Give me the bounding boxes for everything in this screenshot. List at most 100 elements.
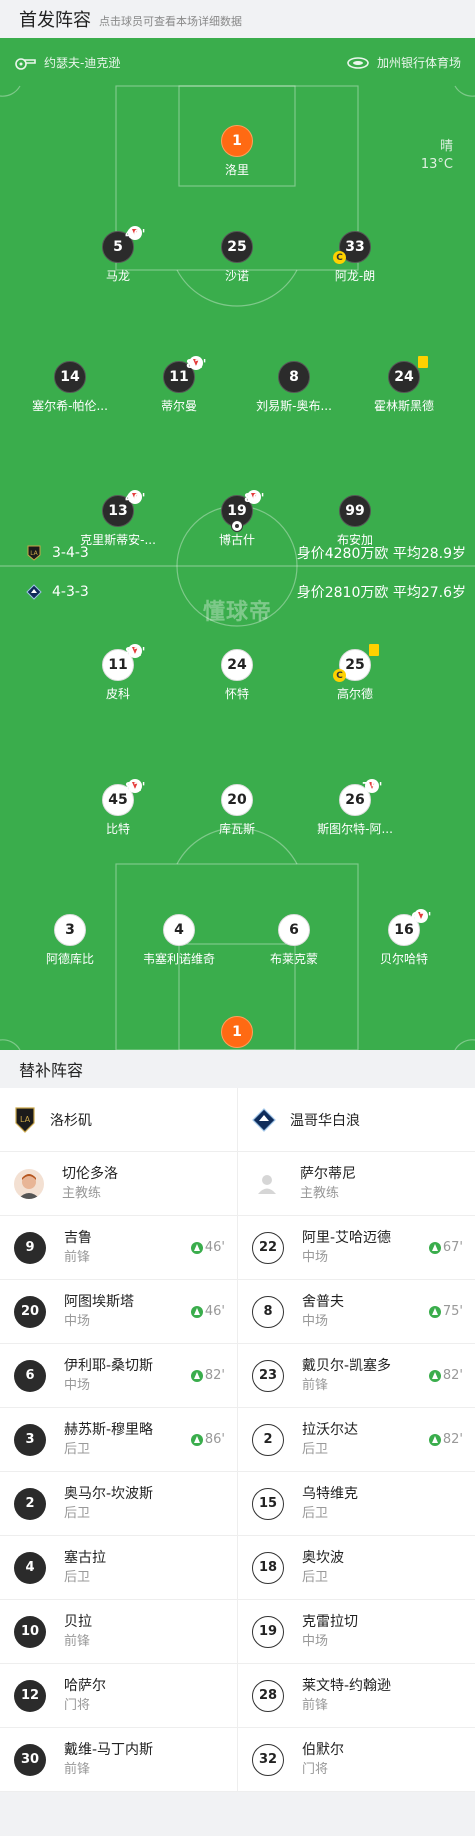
home-team-cell[interactable]: LA 洛杉矶 xyxy=(0,1088,237,1151)
home-sub-player[interactable]: 4 塞古拉 后卫 xyxy=(0,1536,237,1599)
sub-name: 哈萨尔 xyxy=(64,1677,106,1694)
home-sub-player[interactable]: 10 贝拉 前锋 xyxy=(0,1600,237,1663)
away-sub-player[interactable]: 19 克雷拉切 中场 xyxy=(237,1600,475,1663)
away-sub-player[interactable]: 28 莱文特-约翰逊 前锋 xyxy=(237,1664,475,1727)
sub-name: 塞古拉 xyxy=(64,1549,106,1566)
player-number-disc: 11 82' xyxy=(102,644,145,681)
sub-row: 20 阿图埃斯塔 中场 46' 8 舍普夫 中场 75' xyxy=(0,1280,475,1344)
sub-name: 戴贝尔-凯塞多 xyxy=(302,1357,392,1374)
home-sub-player[interactable]: 20 阿图埃斯塔 中场 46' xyxy=(0,1280,237,1343)
player-number-disc: 4 xyxy=(163,914,195,946)
player-number: 8 xyxy=(289,369,299,385)
away-player-8[interactable]: 4 韦塞利诺维奇 xyxy=(119,914,239,967)
home-player-9[interactable]: 13 46' 克里斯蒂安-... xyxy=(58,490,178,548)
sub-in-icon xyxy=(190,1241,203,1254)
home-player-6[interactable]: 11 82' 蒂尔曼 xyxy=(119,356,239,414)
player-name: 贝尔哈特 xyxy=(379,952,428,966)
away-player-6[interactable]: 26 75' 斯图尔特-阿... xyxy=(295,779,415,837)
player-number-disc: 25 xyxy=(221,231,253,263)
sub-position: 前锋 xyxy=(64,1249,91,1265)
away-player-5[interactable]: 20 库瓦斯 xyxy=(177,784,297,837)
away-player-2[interactable]: 24 怀特 xyxy=(177,649,297,702)
sub-number: 23 xyxy=(252,1359,284,1392)
player-number: 25 xyxy=(345,657,365,673)
home-sub-player[interactable]: 3 赫苏斯-穆里略 后卫 86' xyxy=(0,1408,237,1471)
person-placeholder-icon xyxy=(258,1174,276,1194)
away-sub-player[interactable]: 2 拉沃尔达 后卫 82' xyxy=(237,1408,475,1471)
away-coach-role: 主教练 xyxy=(300,1185,340,1201)
sub-in-minute: 82' xyxy=(442,1368,463,1383)
player-number: 20 xyxy=(227,792,247,808)
away-sub-player[interactable]: 32 伯默尔 门将 xyxy=(237,1728,475,1791)
player-name: 布安加 xyxy=(336,533,373,547)
home-player-7[interactable]: 8 刘易斯-奥布... xyxy=(234,361,354,414)
home-sub-player[interactable]: 9 吉鲁 前锋 46' xyxy=(0,1216,237,1279)
player-number: 4 xyxy=(174,922,184,938)
away-sub-player[interactable]: 22 阿里-艾哈迈德 中场 67' xyxy=(237,1216,475,1279)
home-player-10[interactable]: 19 86' 博古什 xyxy=(177,490,297,548)
home-coach-cell[interactable]: 切伦多洛 主教练 xyxy=(0,1152,237,1215)
home-player-5[interactable]: 14 塞尔希-帕伦... xyxy=(10,361,130,414)
player-name: 皮科 xyxy=(105,687,130,701)
sub-name: 乌特维克 xyxy=(302,1485,358,1502)
home-player-4[interactable]: 33 C 阿龙-朗 xyxy=(295,231,415,284)
sub-in-time: 67' xyxy=(428,1240,463,1255)
whitecaps-crest-icon xyxy=(252,1107,276,1132)
sub-row: 2 奥马尔-坎波斯 后卫 15 乌特维克 后卫 xyxy=(0,1472,475,1536)
player-number-disc: 25 C xyxy=(333,644,379,682)
sub-number: 15 xyxy=(252,1487,284,1520)
away-sub-player[interactable]: 8 舍普夫 中场 75' xyxy=(237,1280,475,1343)
home-sub-player[interactable]: 2 奥马尔-坎波斯 后卫 xyxy=(0,1472,237,1535)
sub-in-icon xyxy=(428,1369,441,1382)
captain-icon: C xyxy=(333,251,346,264)
away-team-cell[interactable]: 温哥华白浪 xyxy=(237,1088,475,1151)
match-info: 约瑟夫-迪克逊 加州银行体育场 xyxy=(0,48,475,72)
player-number-disc: 99 xyxy=(339,495,371,527)
home-player-3[interactable]: 25 沙诺 xyxy=(177,231,297,284)
player-name: 塞尔希-帕伦... xyxy=(32,399,108,413)
away-player-10[interactable]: 16 67' 贝尔哈特 xyxy=(344,909,464,967)
away-coach-cell[interactable]: 萨尔蒂尼 主教练 xyxy=(237,1152,475,1215)
player-number-disc: 13 46' xyxy=(102,490,145,527)
away-player-11[interactable]: 1高丘阳平 xyxy=(177,1016,297,1050)
away-sub-player[interactable]: 23 戴贝尔-凯塞多 前锋 82' xyxy=(237,1344,475,1407)
home-player-11[interactable]: 99 布安加 xyxy=(295,495,415,548)
sub-row: 9 吉鲁 前锋 46' 22 阿里-艾哈迈德 中场 67' xyxy=(0,1216,475,1280)
away-sub-player[interactable]: 15 乌特维克 后卫 xyxy=(237,1472,475,1535)
away-player-9[interactable]: 6 布莱克蒙 xyxy=(234,914,354,967)
venue-name: 加州银行体育场 xyxy=(376,56,461,70)
player-number: 14 xyxy=(60,369,80,385)
away-player-7[interactable]: 3 阿德库比 xyxy=(10,914,130,967)
player-number-disc: 45 82' xyxy=(102,779,145,816)
home-sub-player[interactable]: 30 戴维-马丁内斯 前锋 xyxy=(0,1728,237,1791)
goal-ball-icon xyxy=(231,520,243,532)
away-player-3[interactable]: 25 C 高尔德 xyxy=(295,644,415,702)
sub-in-minute: 75' xyxy=(442,1304,463,1319)
player-number: 1 xyxy=(232,133,242,149)
whistle-icon xyxy=(15,57,36,70)
home-sub-player[interactable]: 6 伊利耶-桑切斯 中场 82' xyxy=(0,1344,237,1407)
home-player-1[interactable]: 1 洛里 xyxy=(177,125,297,178)
player-number-disc: 26 75' xyxy=(339,779,382,816)
away-sub-player[interactable]: 18 奥坎波 后卫 xyxy=(237,1536,475,1599)
sub-out-minute: 82' xyxy=(125,645,146,659)
player-name: 库瓦斯 xyxy=(218,822,255,836)
yellow-card-icon xyxy=(418,356,428,368)
sub-name: 奥马尔-坎波斯 xyxy=(64,1485,154,1502)
away-formation: 4-3-3 xyxy=(52,584,89,600)
player-name: 斯图尔特-阿... xyxy=(317,822,393,836)
away-player-1[interactable]: 11 82' 皮科 xyxy=(58,644,178,702)
home-player-8[interactable]: 24 霍林斯黑德 xyxy=(344,356,464,414)
away-player-4[interactable]: 45 82' 比特 xyxy=(58,779,178,837)
player-number-disc: 1 xyxy=(221,125,253,157)
sub-position: 中场 xyxy=(64,1313,91,1329)
sub-row: 4 塞古拉 后卫 18 奥坎波 后卫 xyxy=(0,1536,475,1600)
sub-number: 28 xyxy=(252,1679,284,1712)
sub-in-icon xyxy=(190,1305,203,1318)
yellow-card-icon xyxy=(369,644,379,656)
sub-number: 12 xyxy=(14,1679,46,1712)
home-sub-player[interactable]: 12 哈萨尔 门将 xyxy=(0,1664,237,1727)
stadium-icon xyxy=(347,56,369,69)
home-player-2[interactable]: 5 46' 马龙 xyxy=(58,226,178,284)
venue-info: 加州银行体育场 xyxy=(347,54,461,71)
